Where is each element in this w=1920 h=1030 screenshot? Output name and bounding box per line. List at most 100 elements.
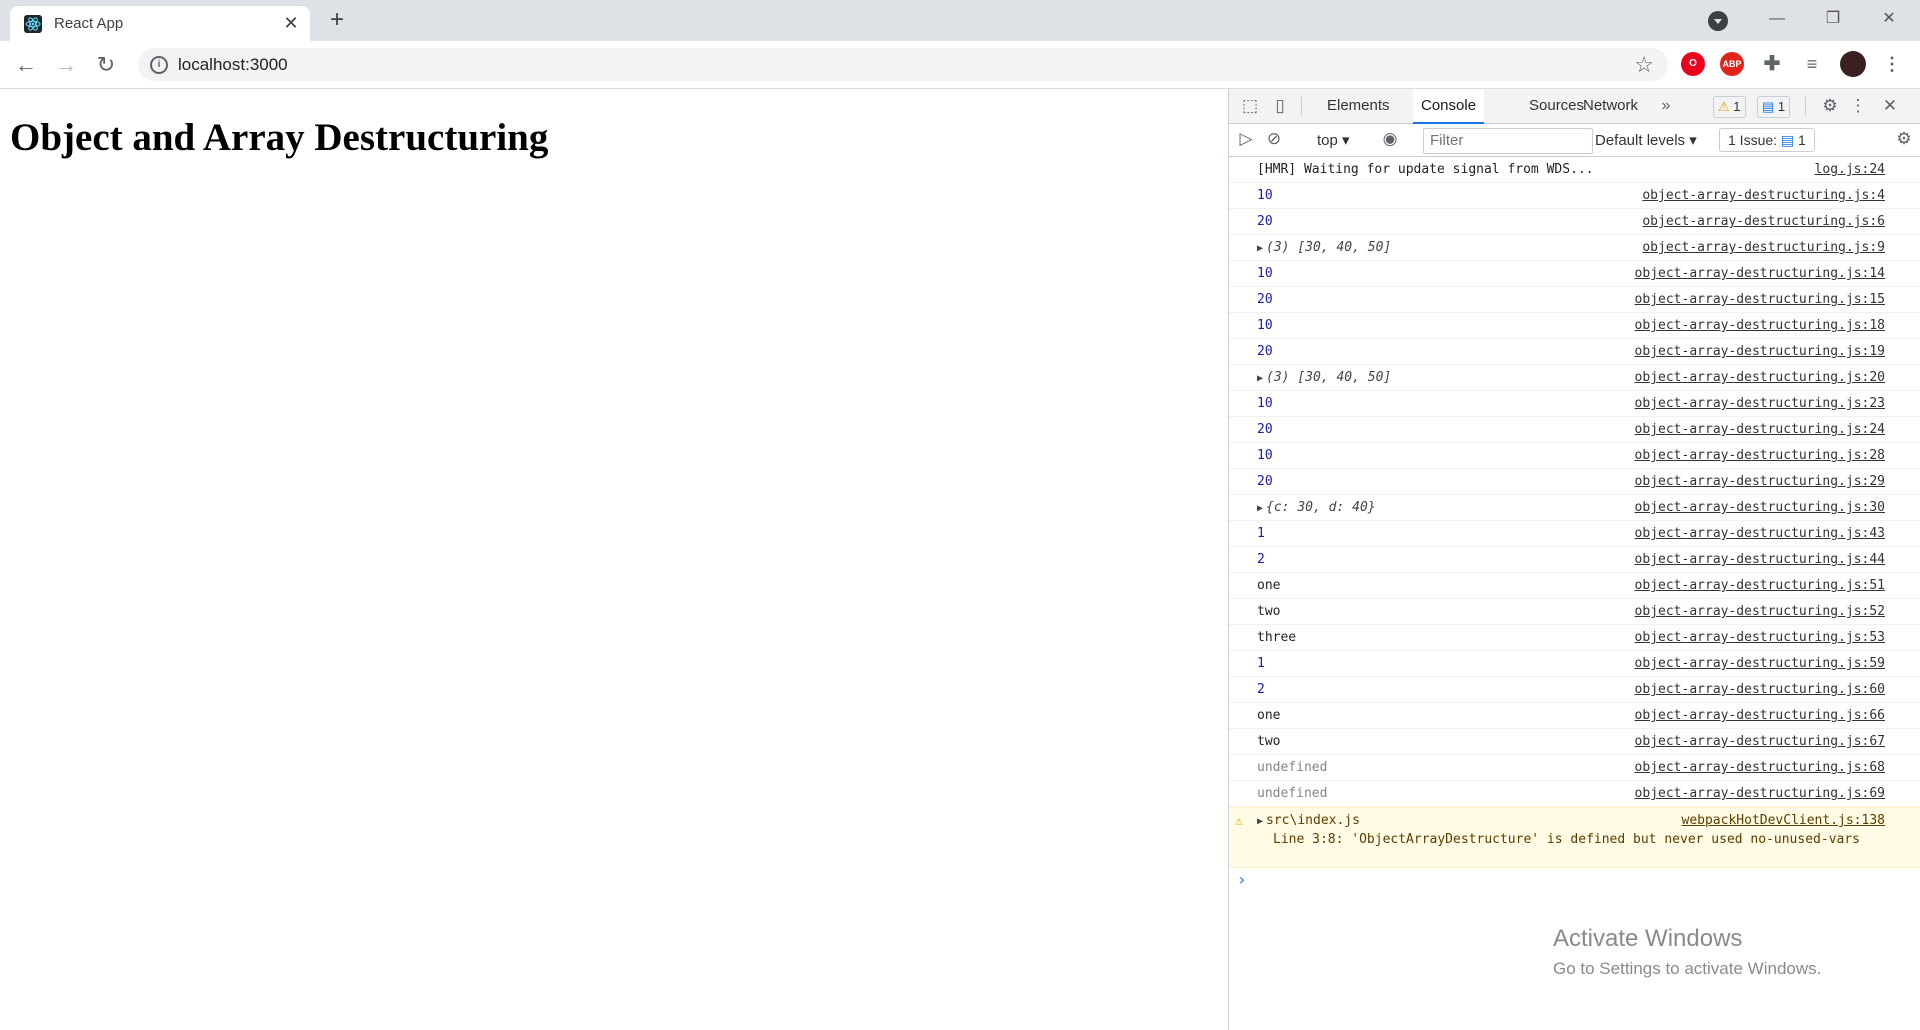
warning-file-name: src\index.js (1266, 813, 1360, 828)
customize-menu-icon[interactable]: ⋮ (1847, 95, 1869, 117)
tab-network[interactable]: Network (1583, 89, 1638, 123)
console-message[interactable]: ▶ {c: 30, d: 40} (1257, 500, 1376, 515)
tab-sources[interactable]: Sources (1529, 89, 1584, 123)
console-row: [HMR] Waiting for update signal from WDS… (1229, 157, 1920, 183)
console-row: 20 object-array-destructuring.js:6 (1229, 209, 1920, 235)
console-row: 20 object-array-destructuring.js:19 (1229, 339, 1920, 365)
tab-console[interactable]: Console (1413, 89, 1485, 124)
tab-search-icon[interactable] (1708, 11, 1728, 31)
source-link[interactable]: object-array-destructuring.js:4 (1642, 188, 1885, 203)
console-row: 10 object-array-destructuring.js:28 (1229, 443, 1920, 469)
console-message[interactable]: ▶ (3) [30, 40, 50] (1257, 240, 1391, 255)
expand-triangle-icon[interactable]: ▶ (1257, 816, 1263, 827)
bookmark-star-icon[interactable]: ☆ (1634, 52, 1654, 78)
console-message: 20 (1257, 422, 1273, 437)
close-devtools-icon[interactable]: ✕ (1879, 95, 1901, 117)
console-filter-bar: ▷ ⊘ top ▾ ◉ Default levels ▾ 1 Issue: ▤ … (1229, 124, 1920, 157)
source-link[interactable]: object-array-destructuring.js:30 (1635, 500, 1885, 515)
console-settings-gear-icon[interactable]: ⚙ (1893, 128, 1915, 150)
source-link[interactable]: object-array-destructuring.js:18 (1635, 318, 1885, 333)
source-link[interactable]: object-array-destructuring.js:28 (1635, 448, 1885, 463)
adblock-plus-icon[interactable]: ABP (1720, 52, 1744, 76)
clear-console-icon[interactable]: ⊘ (1263, 128, 1285, 150)
expand-triangle-icon[interactable]: ▶ (1257, 243, 1263, 254)
warning-message: Line 3:8: 'ObjectArrayDestructure' is de… (1273, 832, 1860, 847)
inspect-element-icon[interactable]: ⬚ (1239, 95, 1261, 117)
log-levels-value: Default levels (1595, 132, 1686, 149)
source-link[interactable]: object-array-destructuring.js:51 (1635, 578, 1885, 593)
source-link[interactable]: object-array-destructuring.js:53 (1635, 630, 1885, 645)
source-link[interactable]: object-array-destructuring.js:15 (1635, 292, 1885, 307)
forward-icon[interactable]: → (52, 51, 80, 79)
source-link[interactable]: object-array-destructuring.js:44 (1635, 552, 1885, 567)
source-link[interactable]: object-array-destructuring.js:23 (1635, 396, 1885, 411)
source-link[interactable]: object-array-destructuring.js:67 (1635, 734, 1885, 749)
browser-tab[interactable]: React App ✕ (10, 6, 310, 41)
tab-elements[interactable]: Elements (1327, 89, 1390, 123)
settings-gear-icon[interactable]: ⚙ (1819, 95, 1841, 117)
extensions-puzzle-icon[interactable]: ✚ (1760, 52, 1784, 76)
source-link[interactable]: object-array-destructuring.js:69 (1635, 786, 1885, 801)
console-prompt[interactable]: › (1229, 868, 1920, 890)
source-link[interactable]: object-array-destructuring.js:20 (1635, 370, 1885, 385)
console-row: 20 object-array-destructuring.js:24 (1229, 417, 1920, 443)
filter-input[interactable] (1423, 128, 1593, 154)
watermark-subtitle: Go to Settings to activate Windows. (1553, 959, 1822, 978)
address-bar[interactable]: i localhost:3000 ☆ (138, 48, 1668, 81)
console-message: 10 (1257, 448, 1273, 463)
console-row: one object-array-destructuring.js:51 (1229, 573, 1920, 599)
expand-triangle-icon[interactable]: ▶ (1257, 373, 1263, 384)
source-link[interactable]: object-array-destructuring.js:59 (1635, 656, 1885, 671)
source-link[interactable]: object-array-destructuring.js:68 (1635, 760, 1885, 775)
console-object-preview: {c: 30, d: 40} (1266, 500, 1376, 515)
console-message: one (1257, 578, 1281, 593)
source-link[interactable]: object-array-destructuring.js:43 (1635, 526, 1885, 541)
watermark-title: Activate Windows (1553, 925, 1743, 952)
console-row: ▶ {c: 30, d: 40} object-array-destructurin… (1229, 495, 1920, 521)
source-link[interactable]: object-array-destructuring.js:24 (1635, 422, 1885, 437)
source-link[interactable]: object-array-destructuring.js:29 (1635, 474, 1885, 489)
console-row: one object-array-destructuring.js:66 (1229, 703, 1920, 729)
chrome-menu-icon[interactable]: ⋮ (1880, 52, 1904, 76)
media-control-icon[interactable]: ≡ (1800, 52, 1824, 76)
source-link[interactable]: object-array-destructuring.js:66 (1635, 708, 1885, 723)
reload-icon[interactable]: ↻ (92, 51, 120, 79)
source-link[interactable]: object-array-destructuring.js:52 (1635, 604, 1885, 619)
devtools-panel: ⬚ ▯ Elements Console Sources Network » ⚠… (1228, 89, 1920, 1030)
console-message: 2 (1257, 682, 1265, 697)
site-info-icon[interactable]: i (150, 56, 168, 74)
new-tab-button[interactable]: + (324, 8, 350, 34)
sidebar-toggle-icon[interactable]: ▷ (1235, 128, 1257, 150)
source-link[interactable]: log.js:24 (1815, 162, 1885, 177)
console-message: 10 (1257, 188, 1273, 203)
issues-button[interactable]: 1 Issue: ▤ 1 (1719, 128, 1815, 152)
live-expression-eye-icon[interactable]: ◉ (1379, 128, 1401, 150)
console-message: 20 (1257, 214, 1273, 229)
url-text: localhost:3000 (178, 55, 288, 74)
expand-triangle-icon[interactable]: ▶ (1257, 503, 1263, 514)
prompt-chevron-icon: › (1237, 870, 1247, 889)
restore-button[interactable]: ❐ (1810, 4, 1856, 34)
more-tabs-icon[interactable]: » (1655, 95, 1677, 117)
devtools-tabbar: ⬚ ▯ Elements Console Sources Network » ⚠… (1229, 89, 1920, 124)
minimize-button[interactable]: — (1754, 4, 1800, 34)
context-select[interactable]: top ▾ (1317, 131, 1350, 149)
messages-badge[interactable]: ▤ 1 (1757, 96, 1791, 118)
source-link[interactable]: object-array-destructuring.js:19 (1635, 344, 1885, 359)
back-icon[interactable]: ← (12, 51, 40, 79)
source-link[interactable]: object-array-destructuring.js:14 (1635, 266, 1885, 281)
console-message[interactable]: ▶ (3) [30, 40, 50] (1257, 370, 1391, 385)
window-close-button[interactable]: ✕ (1866, 4, 1912, 34)
warning-source-file[interactable]: ▶ src\index.js (1257, 813, 1360, 828)
console-row: 10 object-array-destructuring.js:18 (1229, 313, 1920, 339)
avatar[interactable] (1840, 51, 1866, 77)
tab-close-icon[interactable]: ✕ (280, 12, 302, 34)
source-link[interactable]: object-array-destructuring.js:9 (1642, 240, 1885, 255)
source-link[interactable]: object-array-destructuring.js:60 (1635, 682, 1885, 697)
warnings-badge[interactable]: ⚠ 1 (1713, 96, 1746, 118)
device-toolbar-icon[interactable]: ▯ (1269, 95, 1291, 117)
source-link[interactable]: object-array-destructuring.js:6 (1642, 214, 1885, 229)
opera-icon[interactable]: O (1681, 52, 1705, 76)
log-levels-select[interactable]: Default levels ▾ (1595, 131, 1697, 149)
source-link[interactable]: webpackHotDevClient.js:138 (1682, 813, 1886, 828)
